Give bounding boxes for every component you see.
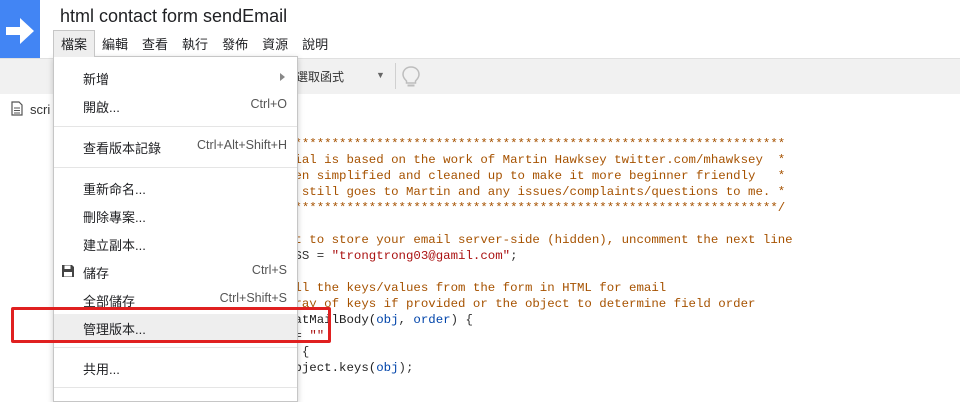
arrow-right-icon	[6, 18, 34, 44]
code-line: rray of keys if provided or the object t…	[287, 297, 756, 311]
chevron-down-icon[interactable]: ▼	[376, 70, 385, 80]
menu-item-save-all[interactable]: 全部儲存 Ctrl+Shift+S	[54, 286, 297, 312]
menu-item-new[interactable]: 新增	[54, 64, 297, 90]
code-line: all the keys/values from the form in HTM…	[287, 281, 667, 295]
menu-divider	[54, 387, 297, 388]
menu-item-delete[interactable]: 刪除專案...	[54, 202, 297, 228]
file-menu-dropdown: 新增 開啟... Ctrl+O 查看版本記錄 Ctrl+Alt+Shift+H …	[53, 56, 298, 402]
menu-item-manage-versions[interactable]: 管理版本...	[54, 314, 297, 340]
menubar: 檔案 編輯 查看 執行 發佈 資源 說明	[53, 30, 335, 57]
save-icon	[61, 264, 75, 283]
file-icon	[11, 101, 23, 121]
code-line: ESS = "trongtrong03@gamil.com";	[287, 249, 518, 263]
menu-edit[interactable]: 編輯	[95, 30, 135, 52]
menu-item-make-copy[interactable]: 建立副本...	[54, 230, 297, 256]
menu-divider	[54, 347, 297, 348]
menu-view[interactable]: 查看	[135, 30, 175, 52]
code-line: t still goes to Martin and any issues/co…	[287, 185, 786, 199]
code-line: Object.keys(obj);	[287, 361, 414, 375]
code-line: rial is based on the work of Martin Hawk…	[287, 153, 786, 167]
menu-item-open[interactable]: 開啟... Ctrl+O	[54, 92, 297, 118]
menu-item-share[interactable]: 共用...	[54, 354, 297, 380]
function-select[interactable]: 選取函式	[296, 68, 344, 85]
menu-publish[interactable]: 發佈	[215, 30, 255, 52]
code-line: ****************************************…	[287, 137, 786, 151]
menu-file[interactable]: 檔案	[53, 30, 96, 57]
code-line: ****************************************…	[287, 201, 786, 215]
submenu-arrow-icon	[280, 73, 285, 81]
file-tab-label: scri	[30, 102, 51, 117]
code-line: een simplified and cleaned up to make it…	[287, 169, 786, 183]
menu-item-rename[interactable]: 重新命名...	[54, 174, 297, 200]
file-tab[interactable]: scri	[0, 94, 60, 124]
code-line: matMailBody(obj, order) {	[287, 313, 473, 327]
project-title[interactable]: html contact form sendEmail	[60, 6, 287, 27]
lightbulb-icon[interactable]	[400, 65, 422, 94]
menu-divider	[54, 167, 297, 168]
code-line: nt to store your email server-side (hidd…	[287, 233, 793, 247]
menu-divider	[54, 126, 297, 127]
app-logo[interactable]	[0, 0, 40, 66]
menu-help[interactable]: 說明	[295, 30, 335, 52]
menu-resources[interactable]: 資源	[255, 30, 295, 52]
menu-item-version-history[interactable]: 查看版本記錄 Ctrl+Alt+Shift+H	[54, 133, 297, 159]
toolbar-divider	[395, 63, 396, 89]
menu-item-save[interactable]: 儲存 Ctrl+S	[54, 258, 297, 284]
menu-run[interactable]: 執行	[175, 30, 215, 52]
